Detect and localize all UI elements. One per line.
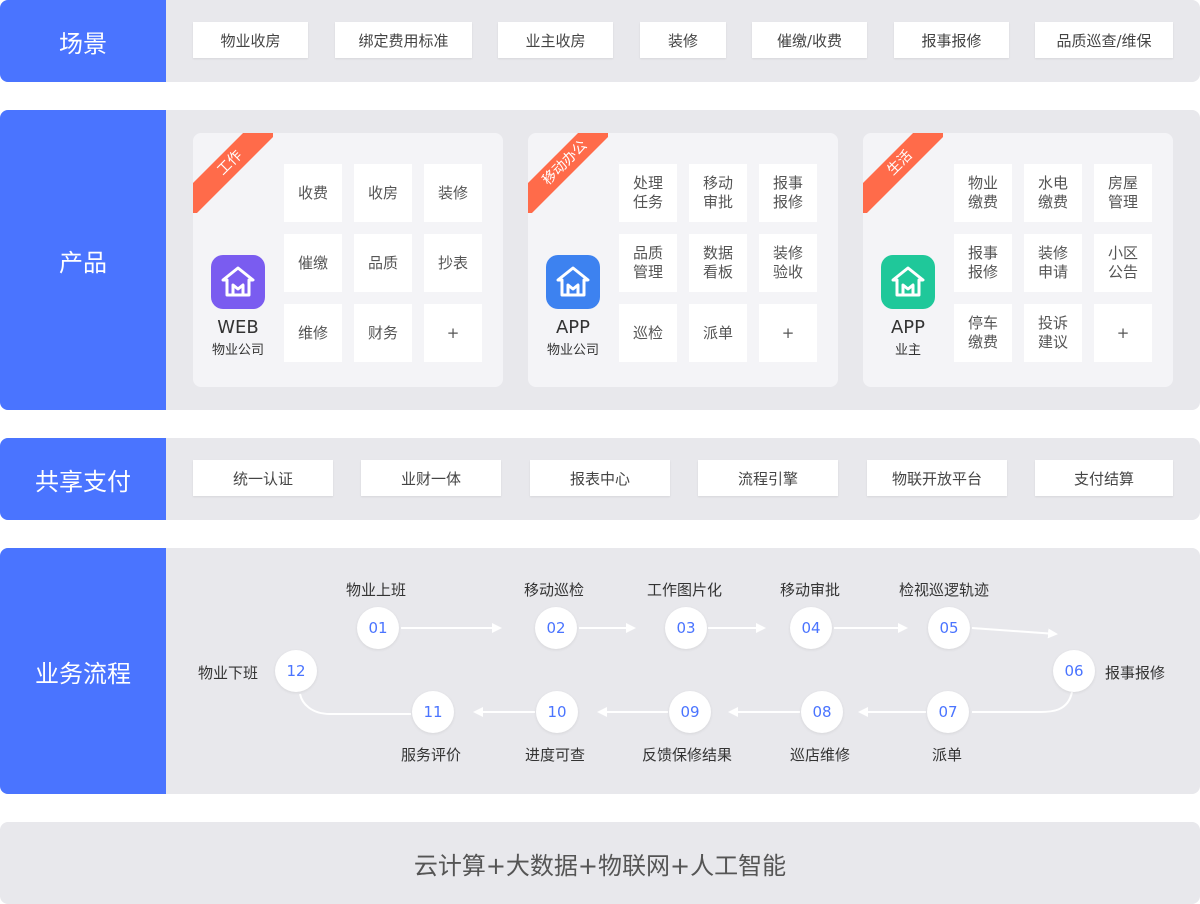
module-tile[interactable]: 品质 管理 [619,234,677,292]
step-label: 进度可查 [525,746,586,764]
step-node[interactable]: 04 [790,607,832,649]
module-add-button[interactable]: + [1094,304,1152,362]
step-label: 报事报修 [1105,664,1166,682]
module-tile[interactable]: 收房 [354,164,412,222]
step-node[interactable]: 02 [535,607,577,649]
ribbon-label: 移动办公 [528,133,608,213]
flow-arrows [299,623,1073,717]
module-tile[interactable]: 处理 任务 [619,164,677,222]
module-tile[interactable]: 财务 [354,304,412,362]
ribbon: 移动办公 [528,133,608,213]
module-tile[interactable]: 物业 缴费 [954,164,1012,222]
shared-tag[interactable]: 统一认证 [193,460,333,496]
flow-arrow [972,691,1073,713]
step-label: 工作图片化 [647,581,723,599]
step-node[interactable]: 11 [412,691,454,733]
app-subtitle: 物业公司 [546,343,599,358]
app-subtitle: 业主 [894,343,921,358]
base-row: 云计算+大数据+物联网+人工智能 [0,822,1200,904]
app-name: APP [890,317,926,338]
step-node[interactable]: 10 [536,691,578,733]
scene-tag[interactable]: 报事报修 [894,22,1009,58]
step-label: 反馈保修结果 [642,746,733,764]
module-tile[interactable]: 催缴 [284,234,342,292]
app-subtitle: 物业公司 [211,343,264,358]
module-tile[interactable]: 维修 [284,304,342,362]
scene-label: 场景 [0,0,166,82]
shared-tag[interactable]: 业财一体 [361,460,501,496]
scene-tag[interactable]: 业主收房 [498,22,613,58]
module-tile[interactable]: 巡检 [619,304,677,362]
app-name: WEB [217,317,259,338]
shared-tag[interactable]: 物联开放平台 [867,460,1007,496]
step-node[interactable]: 07 [927,691,969,733]
product-card-mobile-office: 移动办公 APP 物业公司 处理 任务 移动 审批 报事 报修 品质 管理 数据 看板 装… [528,133,838,387]
ribbon: 生活 [863,133,943,213]
product-card-life: 生活 APP 业主 物业 缴费 水电 缴费 房屋 管理 报事 报修 装修 申请 小区 公告 … [863,133,1173,387]
step-label: 检视巡逻轨迹 [899,581,990,599]
module-tile[interactable]: 装修 [424,164,482,222]
step-label: 派单 [932,746,963,764]
scene-tag[interactable]: 物业收房 [193,22,308,58]
ribbon: 工作 [193,133,273,213]
shared-row: 共享支付 统一认证 业财一体 报表中心 流程引擎 物联开放平台 支付结算 [0,438,1200,520]
flow-arrow [299,693,411,715]
base-technology-text: 云计算+大数据+物联网+人工智能 [413,851,787,880]
house-icon [881,255,935,309]
process-row: 业务流程 01 物业上班 02 移动巡检 03 工作图片化 04 移动审批 05… [0,548,1200,794]
module-tile[interactable]: 抄表 [424,234,482,292]
step-label: 巡店维修 [790,746,851,764]
shared-label: 共享支付 [0,438,166,520]
module-tile[interactable]: 收费 [284,164,342,222]
shared-tag[interactable]: 支付结算 [1035,460,1173,496]
ribbon-label: 生活 [863,133,943,213]
module-tile[interactable]: 品质 [354,234,412,292]
step-node[interactable]: 09 [669,691,711,733]
step-label: 移动巡检 [524,581,585,599]
module-tile[interactable]: 派单 [689,304,747,362]
module-tile[interactable]: 装修 申请 [1024,234,1082,292]
step-node[interactable]: 03 [665,607,707,649]
house-icon [546,255,600,309]
product-card-web: 工作 WEB 物业公司 收费 收房 装修 催缴 品质 抄表 维修 财务 + [193,133,503,387]
module-tile[interactable]: 报事 报修 [759,164,817,222]
ribbon-label: 工作 [193,133,273,213]
scene-tag[interactable]: 品质巡查/维保 [1035,22,1173,58]
step-label: 物业下班 [198,664,259,682]
module-tile[interactable]: 投诉 建议 [1024,304,1082,362]
step-node[interactable]: 05 [928,607,970,649]
shared-tag[interactable]: 报表中心 [530,460,670,496]
module-tile[interactable]: 停车 缴费 [954,304,1012,362]
module-add-button[interactable]: + [424,304,482,362]
module-tile[interactable]: 水电 缴费 [1024,164,1082,222]
flow-arrow [971,627,1058,639]
app-name: APP [555,317,591,338]
step-node[interactable]: 06 [1053,650,1095,692]
module-tile[interactable]: 装修 验收 [759,234,817,292]
scene-tag[interactable]: 装修 [640,22,726,58]
step-label: 移动审批 [780,581,841,599]
scene-tag[interactable]: 催缴/收费 [752,22,867,58]
product-label: 产品 [0,110,166,410]
house-icon [211,255,265,309]
module-tile[interactable]: 移动 审批 [689,164,747,222]
module-add-button[interactable]: + [759,304,817,362]
product-row: 产品 工作 WEB 物业公司 收费 收房 装修 催缴 品质 抄表 维修 财务 +… [0,110,1200,410]
module-tile[interactable]: 报事 报修 [954,234,1012,292]
step-label: 物业上班 [346,581,407,599]
shared-tag[interactable]: 流程引擎 [698,460,838,496]
module-tile[interactable]: 房屋 管理 [1094,164,1152,222]
module-tile[interactable]: 数据 看板 [689,234,747,292]
module-tile[interactable]: 小区 公告 [1094,234,1152,292]
step-node[interactable]: 12 [275,650,317,692]
scene-tag[interactable]: 绑定费用标准 [335,22,472,58]
step-label: 服务评价 [401,746,462,764]
scene-row: 场景 物业收房 绑定费用标准 业主收房 装修 催缴/收费 报事报修 品质巡查/维… [0,0,1200,82]
step-node[interactable]: 08 [801,691,843,733]
step-node[interactable]: 01 [357,607,399,649]
